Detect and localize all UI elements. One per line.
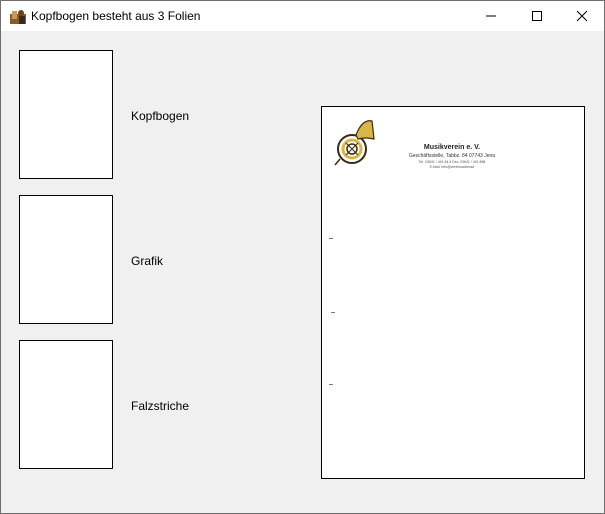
french-horn-icon bbox=[334, 120, 375, 166]
fold-mark-middle bbox=[331, 312, 335, 313]
window-title: Kopfbogen besteht aus 3 Folien bbox=[31, 9, 201, 23]
slide-thumbnail-grafik[interactable] bbox=[19, 195, 113, 324]
organization-name: Musikverein e. V. bbox=[423, 144, 481, 151]
slide-thumbnail-kopfbogen[interactable] bbox=[19, 50, 113, 179]
maximize-button[interactable] bbox=[514, 1, 560, 31]
title-bar[interactable]: Kopfbogen besteht aus 3 Folien bbox=[1, 1, 604, 31]
organization-email: E-Mail: info@vereinsadresse bbox=[429, 165, 475, 169]
close-button[interactable] bbox=[559, 1, 605, 31]
fold-mark-bottom bbox=[329, 384, 333, 385]
letterhead-preview: Musikverein e. V. Geschäftsstelle, Tabbz… bbox=[321, 106, 585, 479]
organization-address: Geschäftsstelle, Tabbz. 84 07743 Jena bbox=[408, 153, 496, 159]
minimize-icon bbox=[486, 15, 496, 17]
organization-contact: Tel. 03641 / 491 84 4 Fax: 03641 / 491 8… bbox=[418, 160, 486, 164]
maximize-icon bbox=[532, 11, 542, 21]
close-icon bbox=[576, 10, 588, 22]
slide-label-grafik: Grafik bbox=[131, 254, 164, 268]
minimize-button[interactable] bbox=[468, 1, 514, 31]
slide-label-falzstriche: Falzstriche bbox=[131, 399, 190, 413]
app-icon bbox=[10, 10, 26, 24]
slide-label-kopfbogen: Kopfbogen bbox=[131, 109, 190, 123]
slide-thumbnail-falzstriche[interactable] bbox=[19, 340, 113, 469]
dialog-window: Kopfbogen besteht aus 3 Folien Kopfbogen… bbox=[0, 0, 605, 514]
fold-mark-top bbox=[329, 238, 333, 239]
